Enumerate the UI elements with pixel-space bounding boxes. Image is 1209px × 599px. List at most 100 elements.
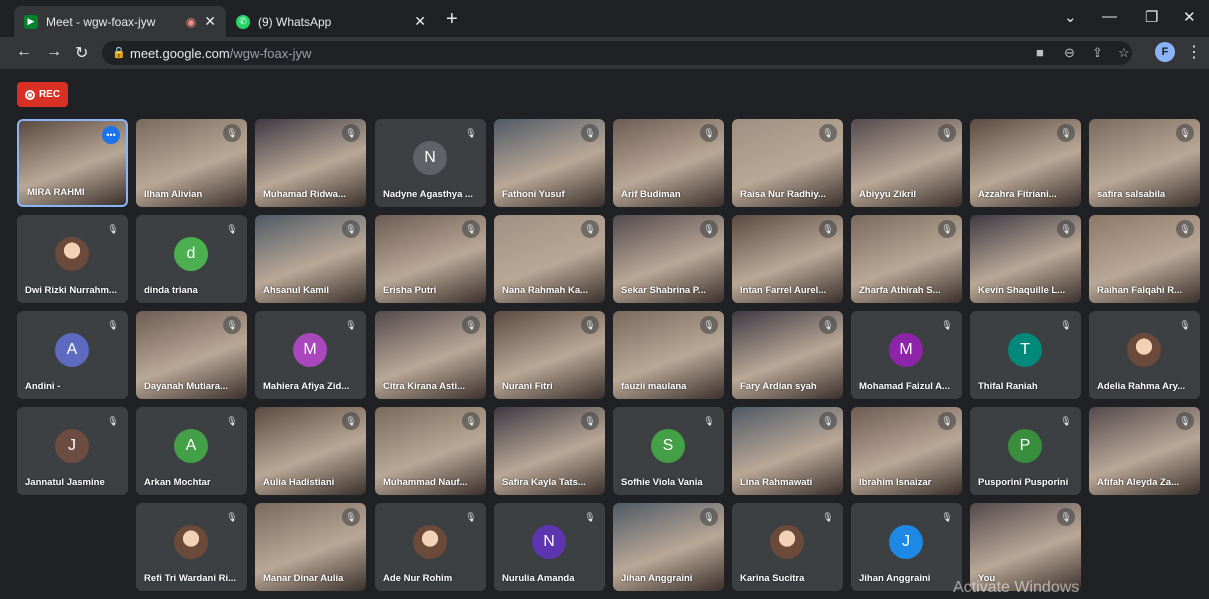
participant-tile[interactable]: A 🎙 Arkan Mochtar: [136, 407, 247, 495]
menu-icon[interactable]: ⋮: [1186, 42, 1202, 62]
close-window-button[interactable]: ✕: [1183, 8, 1196, 26]
mic-off-icon: 🎙: [342, 316, 360, 334]
participant-tile[interactable]: 🎙 safira salsabila: [1089, 119, 1200, 207]
participant-tile[interactable]: M 🎙 Mahiera Afiya Zid...: [255, 311, 366, 399]
participant-tile[interactable]: N 🎙 Nurulia Amanda: [494, 503, 605, 591]
participant-name: Nurulia Amanda: [502, 573, 575, 584]
participant-tile[interactable]: 🎙 Nurani Fitri: [494, 311, 605, 399]
share-icon[interactable]: ⇪: [1092, 45, 1103, 61]
participant-tile[interactable]: 🎙 Ade Nur Rohim: [375, 503, 486, 591]
participant-tile[interactable]: P 🎙 Pusporini Pusporini: [970, 407, 1081, 495]
mic-off-icon: 🎙: [1176, 412, 1194, 430]
participant-tile[interactable]: 🎙 Arif Budiman: [613, 119, 724, 207]
participant-tile[interactable]: 🎙 Ilham Alivian: [136, 119, 247, 207]
participant-tile[interactable]: 🎙 Lina Rahmawati: [732, 407, 843, 495]
mic-off-icon: 🎙: [938, 316, 956, 334]
mic-off-icon: 🎙: [581, 508, 599, 526]
mic-off-icon: 🎙: [462, 124, 480, 142]
participant-tile[interactable]: d 🎙 dinda triana: [136, 215, 247, 303]
participant-tile[interactable]: 🎙 Fathoni Yusuf: [494, 119, 605, 207]
participant-tile[interactable]: 🎙 Afifah Aleyda Za...: [1089, 407, 1200, 495]
participant-tile[interactable]: 🎙 Kevin Shaquille L...: [970, 215, 1081, 303]
participant-tile[interactable]: 🎙 Zharfa Athirah S...: [851, 215, 962, 303]
participant-tile[interactable]: T 🎙 Thifal Raniah: [970, 311, 1081, 399]
participant-name: dinda triana: [144, 285, 198, 296]
mic-off-icon: 🎙: [462, 220, 480, 238]
lock-icon: 🔒: [112, 47, 126, 59]
participant-name: Intan Farrel Aurel...: [740, 285, 827, 296]
participant-name: Refi Tri Wardani Ri...: [144, 573, 237, 584]
more-options-icon[interactable]: •••: [102, 126, 120, 144]
participant-tile[interactable]: 🎙 Raihan Falqahi R...: [1089, 215, 1200, 303]
tab-whatsapp[interactable]: ✆ (9) WhatsApp ✕: [226, 6, 436, 37]
mic-off-icon: 🎙: [1057, 508, 1075, 526]
mic-off-icon: 🎙: [223, 220, 241, 238]
participant-tile[interactable]: 🎙 Dwi Rizki Nurrahm...: [17, 215, 128, 303]
new-tab-button[interactable]: +: [446, 8, 458, 31]
profile-avatar[interactable]: F: [1155, 42, 1175, 62]
forward-button[interactable]: →: [46, 43, 62, 61]
participant-name: Mahiera Afiya Zid...: [263, 381, 350, 392]
mic-off-icon: 🎙: [223, 508, 241, 526]
participant-tile[interactable]: 🎙 Manar Dinar Aulia: [255, 503, 366, 591]
close-icon[interactable]: ✕: [204, 13, 216, 30]
participant-tile[interactable]: 🎙 Adelia Rahma Ary...: [1089, 311, 1200, 399]
participant-tile[interactable]: 🎙 Azzahra Fitriani...: [970, 119, 1081, 207]
participant-tile[interactable]: 🎙 Aulia Hadistiani: [255, 407, 366, 495]
participant-tile[interactable]: 🎙 Fary Ardian syah: [732, 311, 843, 399]
participant-tile[interactable]: 🎙 You: [970, 503, 1081, 591]
participant-avatar: S: [651, 429, 685, 463]
address-bar[interactable]: 🔒 meet.google.com/wgw-foax-jyw ■ ⊖ ⇪ ☆: [102, 41, 1132, 65]
participant-name: safira salsabila: [1097, 189, 1166, 200]
participant-tile[interactable]: J 🎙 Jannatul Jasmine: [17, 407, 128, 495]
mic-off-icon: 🎙: [1176, 316, 1194, 334]
meet-icon: ▶: [24, 14, 38, 29]
participant-tile[interactable]: 🎙 Muhamad Ridwa...: [255, 119, 366, 207]
zoom-icon[interactable]: ⊖: [1064, 45, 1075, 61]
participant-tile[interactable]: N 🎙 Nadyne Agasthya ...: [375, 119, 486, 207]
bookmark-star-icon[interactable]: ☆: [1118, 45, 1130, 61]
participant-tile[interactable]: J 🎙 Jihan Anggraini: [851, 503, 962, 591]
participant-tile[interactable]: 🎙 Erisha Putri: [375, 215, 486, 303]
participant-tile[interactable]: 🎙 Safira Kayla Tats...: [494, 407, 605, 495]
participant-name: Arkan Mochtar: [144, 477, 211, 488]
camera-icon[interactable]: ■: [1036, 45, 1044, 60]
participant-tile[interactable]: 🎙 Refi Tri Wardani Ri...: [136, 503, 247, 591]
participant-tile[interactable]: 🎙 Citra Kirana Asti...: [375, 311, 486, 399]
mic-off-icon: 🎙: [819, 508, 837, 526]
participant-name: Safira Kayla Tats...: [502, 477, 586, 488]
whatsapp-icon: ✆: [236, 14, 250, 29]
participant-name: Nurani Fitri: [502, 381, 553, 392]
participant-tile[interactable]: 🎙 Karina Sucitra: [732, 503, 843, 591]
participant-tile[interactable]: ••• MIRA RAHMI: [17, 119, 128, 207]
mic-off-icon: 🎙: [223, 124, 241, 142]
participant-tile[interactable]: S 🎙 Sofhie Viola Vania: [613, 407, 724, 495]
reload-button[interactable]: ↻: [75, 43, 88, 63]
participant-tile[interactable]: A 🎙 Andini -: [17, 311, 128, 399]
restore-button[interactable]: ❐: [1145, 8, 1158, 26]
participant-tile[interactable]: 🎙 fauzii maulana: [613, 311, 724, 399]
participant-tile[interactable]: 🎙 Muhammad Nauf...: [375, 407, 486, 495]
participant-tile[interactable]: 🎙 Dayanah Mutiara...: [136, 311, 247, 399]
participant-tile[interactable]: M 🎙 Mohamad Faizul A...: [851, 311, 962, 399]
url-path: /wgw-foax-jyw: [229, 46, 312, 61]
participant-name: Ahsanul Kamil: [263, 285, 329, 296]
participant-name: Muhammad Nauf...: [383, 477, 468, 488]
participant-avatar: A: [55, 333, 89, 367]
participant-tile[interactable]: 🎙 Jihan Anggraini: [613, 503, 724, 591]
mic-off-icon: 🎙: [104, 220, 122, 238]
participant-tile[interactable]: 🎙 Sekar Shabrina P...: [613, 215, 724, 303]
close-icon[interactable]: ✕: [414, 13, 426, 30]
participant-tile[interactable]: 🎙 Ahsanul Kamil: [255, 215, 366, 303]
tab-meet[interactable]: ▶ Meet - wgw-foax-jyw ◉ ✕: [14, 6, 226, 37]
participant-tile[interactable]: 🎙 Nana Rahmah Ka...: [494, 215, 605, 303]
participant-name: Sofhie Viola Vania: [621, 477, 703, 488]
participant-tile[interactable]: 🎙 Intan Farrel Aurel...: [732, 215, 843, 303]
back-button[interactable]: ←: [16, 43, 32, 61]
tab-search-icon[interactable]: ⌄: [1064, 8, 1077, 26]
participant-tile[interactable]: 🎙 Ibrahim Isnaizar: [851, 407, 962, 495]
minimize-button[interactable]: —: [1102, 8, 1117, 25]
participant-tile[interactable]: 🎙 Raisa Nur Radhiy...: [732, 119, 843, 207]
participant-name: Erisha Putri: [383, 285, 437, 296]
participant-tile[interactable]: 🎙 Abiyyu Zikril: [851, 119, 962, 207]
